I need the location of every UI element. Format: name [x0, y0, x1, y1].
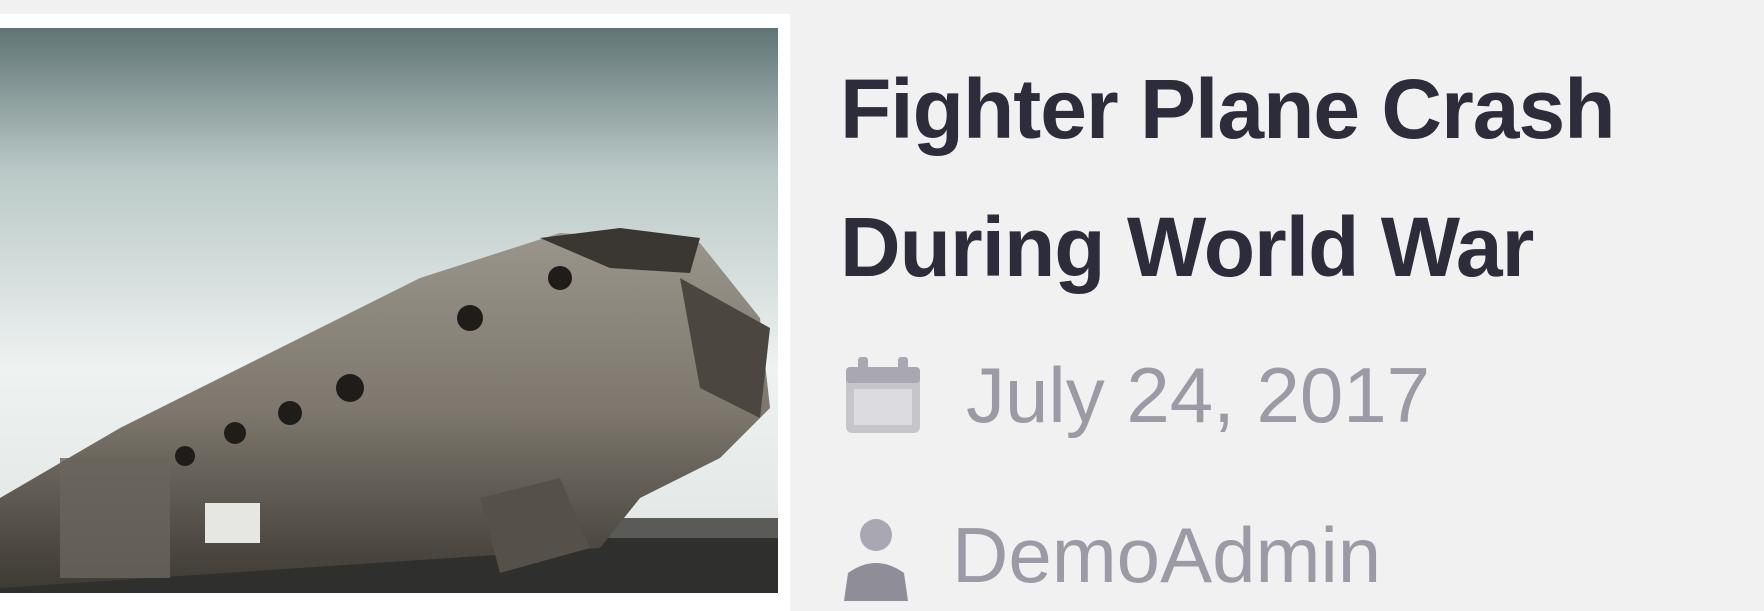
post-info: Fighter Plane Crash During World War Jul…: [840, 40, 1740, 601]
user-icon: [840, 511, 912, 601]
post-thumbnail-image: [0, 28, 778, 593]
post-card: Fighter Plane Crash During World War Jul…: [0, 0, 1764, 611]
calendar-icon: [840, 353, 926, 439]
post-author[interactable]: DemoAdmin: [952, 510, 1381, 601]
post-thumbnail-link[interactable]: [0, 28, 778, 593]
post-title[interactable]: Fighter Plane Crash During World War: [840, 40, 1740, 316]
post-date-row: July 24, 2017: [840, 350, 1430, 441]
post-author-row: DemoAdmin: [840, 510, 1381, 601]
post-date: July 24, 2017: [966, 351, 1431, 439]
